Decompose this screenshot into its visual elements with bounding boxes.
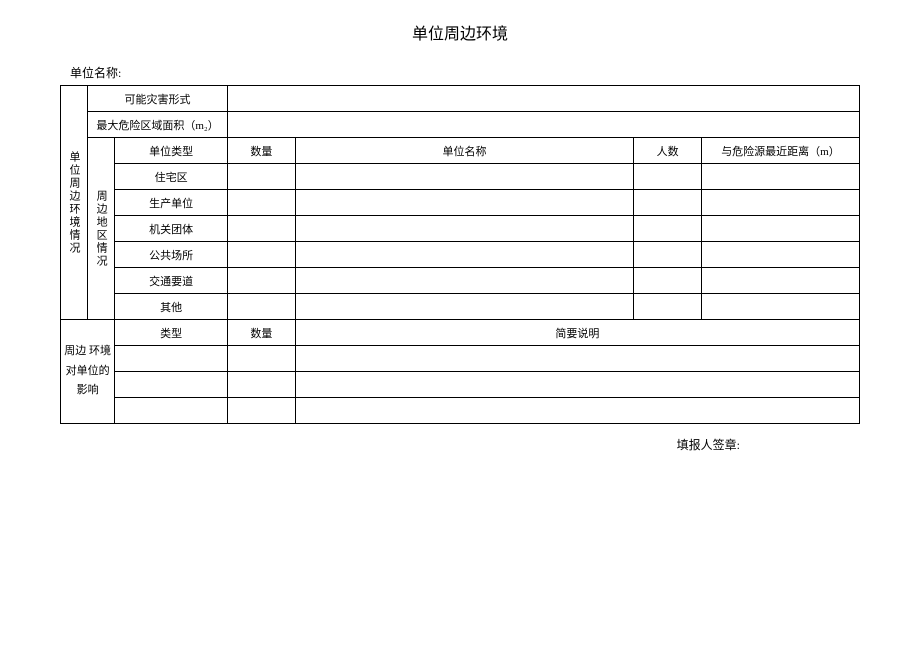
impact-quantity-header: 数量: [228, 320, 296, 346]
row-impact-3: [61, 398, 860, 424]
impact-description-header: 简要说明: [295, 320, 859, 346]
header-unit-name: 单位名称: [295, 138, 634, 164]
cell[interactable]: [228, 164, 296, 190]
type-other: 其他: [115, 294, 228, 320]
row-agency: 机关团体: [61, 216, 860, 242]
cell[interactable]: [634, 294, 702, 320]
section1-label: 单位周边环境情况: [61, 86, 88, 320]
header-unit-type: 单位类型: [115, 138, 228, 164]
row-disaster: 单位周边环境情况 可能灾害形式: [61, 86, 860, 112]
header-people: 人数: [634, 138, 702, 164]
type-agency: 机关团体: [115, 216, 228, 242]
type-traffic: 交通要道: [115, 268, 228, 294]
cell[interactable]: [295, 268, 634, 294]
unit-name-label: 单位名称:: [70, 64, 860, 81]
area-value[interactable]: [228, 112, 860, 138]
section2-label: 周边地区情况: [88, 138, 115, 320]
signature-label: 填报人签章:: [60, 436, 860, 453]
cell[interactable]: [295, 294, 634, 320]
cell[interactable]: [634, 268, 702, 294]
cell[interactable]: [228, 346, 296, 372]
cell[interactable]: [228, 294, 296, 320]
cell[interactable]: [295, 164, 634, 190]
cell[interactable]: [634, 216, 702, 242]
section3-label: 周边 环境 对单位的 影响: [61, 320, 115, 424]
page-title: 单位周边环境: [60, 20, 860, 44]
cell[interactable]: [701, 164, 859, 190]
cell[interactable]: [228, 216, 296, 242]
cell[interactable]: [228, 372, 296, 398]
type-production: 生产单位: [115, 190, 228, 216]
cell[interactable]: [115, 372, 228, 398]
cell[interactable]: [701, 242, 859, 268]
cell[interactable]: [115, 398, 228, 424]
cell[interactable]: [701, 190, 859, 216]
cell[interactable]: [295, 190, 634, 216]
row-impact-1: [61, 346, 860, 372]
row-residential: 住宅区: [61, 164, 860, 190]
row-area: 最大危险区域面积（m₂）: [61, 112, 860, 138]
cell[interactable]: [634, 190, 702, 216]
cell[interactable]: [228, 242, 296, 268]
row-headers: 周边地区情况 单位类型 数量 单位名称 人数 与危险源最近距离（m）: [61, 138, 860, 164]
cell[interactable]: [634, 164, 702, 190]
impact-type-header: 类型: [115, 320, 228, 346]
row-other: 其他: [61, 294, 860, 320]
cell[interactable]: [295, 242, 634, 268]
main-table: 单位周边环境情况 可能灾害形式 最大危险区域面积（m₂） 周边地区情况 单位类型…: [60, 85, 860, 424]
disaster-label: 可能灾害形式: [88, 86, 228, 112]
cell[interactable]: [295, 398, 859, 424]
row-public: 公共场所: [61, 242, 860, 268]
cell[interactable]: [295, 216, 634, 242]
type-residential: 住宅区: [115, 164, 228, 190]
header-quantity: 数量: [228, 138, 296, 164]
disaster-value[interactable]: [228, 86, 860, 112]
cell[interactable]: [701, 268, 859, 294]
cell[interactable]: [634, 242, 702, 268]
cell[interactable]: [701, 294, 859, 320]
cell[interactable]: [115, 346, 228, 372]
cell[interactable]: [228, 268, 296, 294]
cell[interactable]: [228, 398, 296, 424]
row-impact-2: [61, 372, 860, 398]
cell[interactable]: [295, 372, 859, 398]
type-public: 公共场所: [115, 242, 228, 268]
area-label: 最大危险区域面积（m₂）: [88, 112, 228, 138]
row-impact-header: 周边 环境 对单位的 影响 类型 数量 简要说明: [61, 320, 860, 346]
cell[interactable]: [295, 346, 859, 372]
row-traffic: 交通要道: [61, 268, 860, 294]
header-distance: 与危险源最近距离（m）: [701, 138, 859, 164]
row-production: 生产单位: [61, 190, 860, 216]
cell[interactable]: [228, 190, 296, 216]
cell[interactable]: [701, 216, 859, 242]
